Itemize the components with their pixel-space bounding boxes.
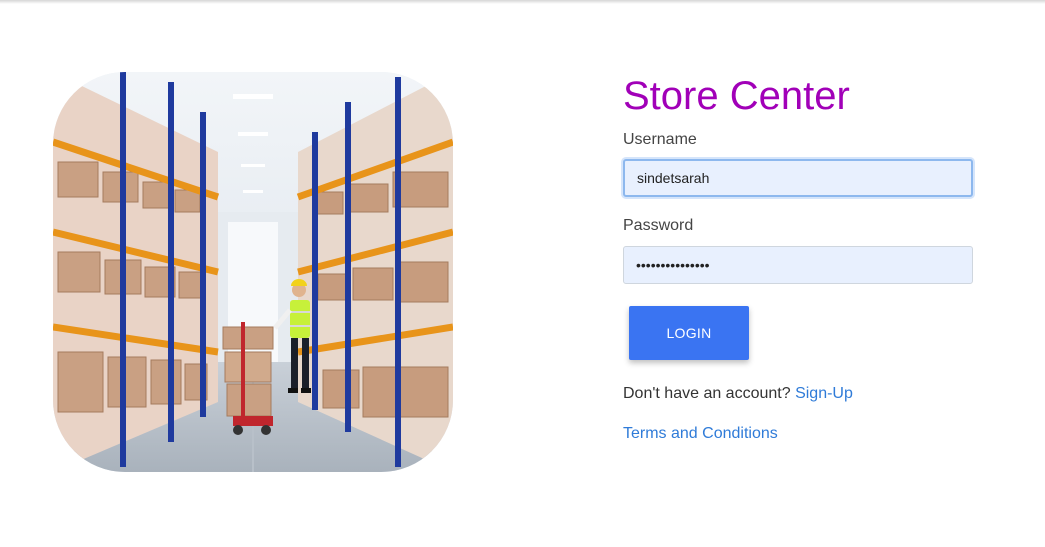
terms-and-conditions-link[interactable]: Terms and Conditions — [623, 424, 778, 444]
login-button[interactable]: LOGIN — [629, 306, 749, 360]
username-input[interactable] — [623, 159, 973, 197]
hero-image-warehouse — [53, 72, 453, 472]
signup-link[interactable]: Sign-Up — [795, 385, 853, 402]
password-label: Password — [623, 217, 694, 234]
app-title: Store Center — [623, 74, 850, 118]
signup-prompt: Don't have an account? Sign-Up — [623, 384, 853, 404]
top-bar-shadow — [0, 0, 1045, 4]
password-input[interactable] — [623, 246, 973, 284]
signup-prompt-text: Don't have an account? — [623, 385, 791, 402]
username-label: Username — [623, 131, 697, 148]
